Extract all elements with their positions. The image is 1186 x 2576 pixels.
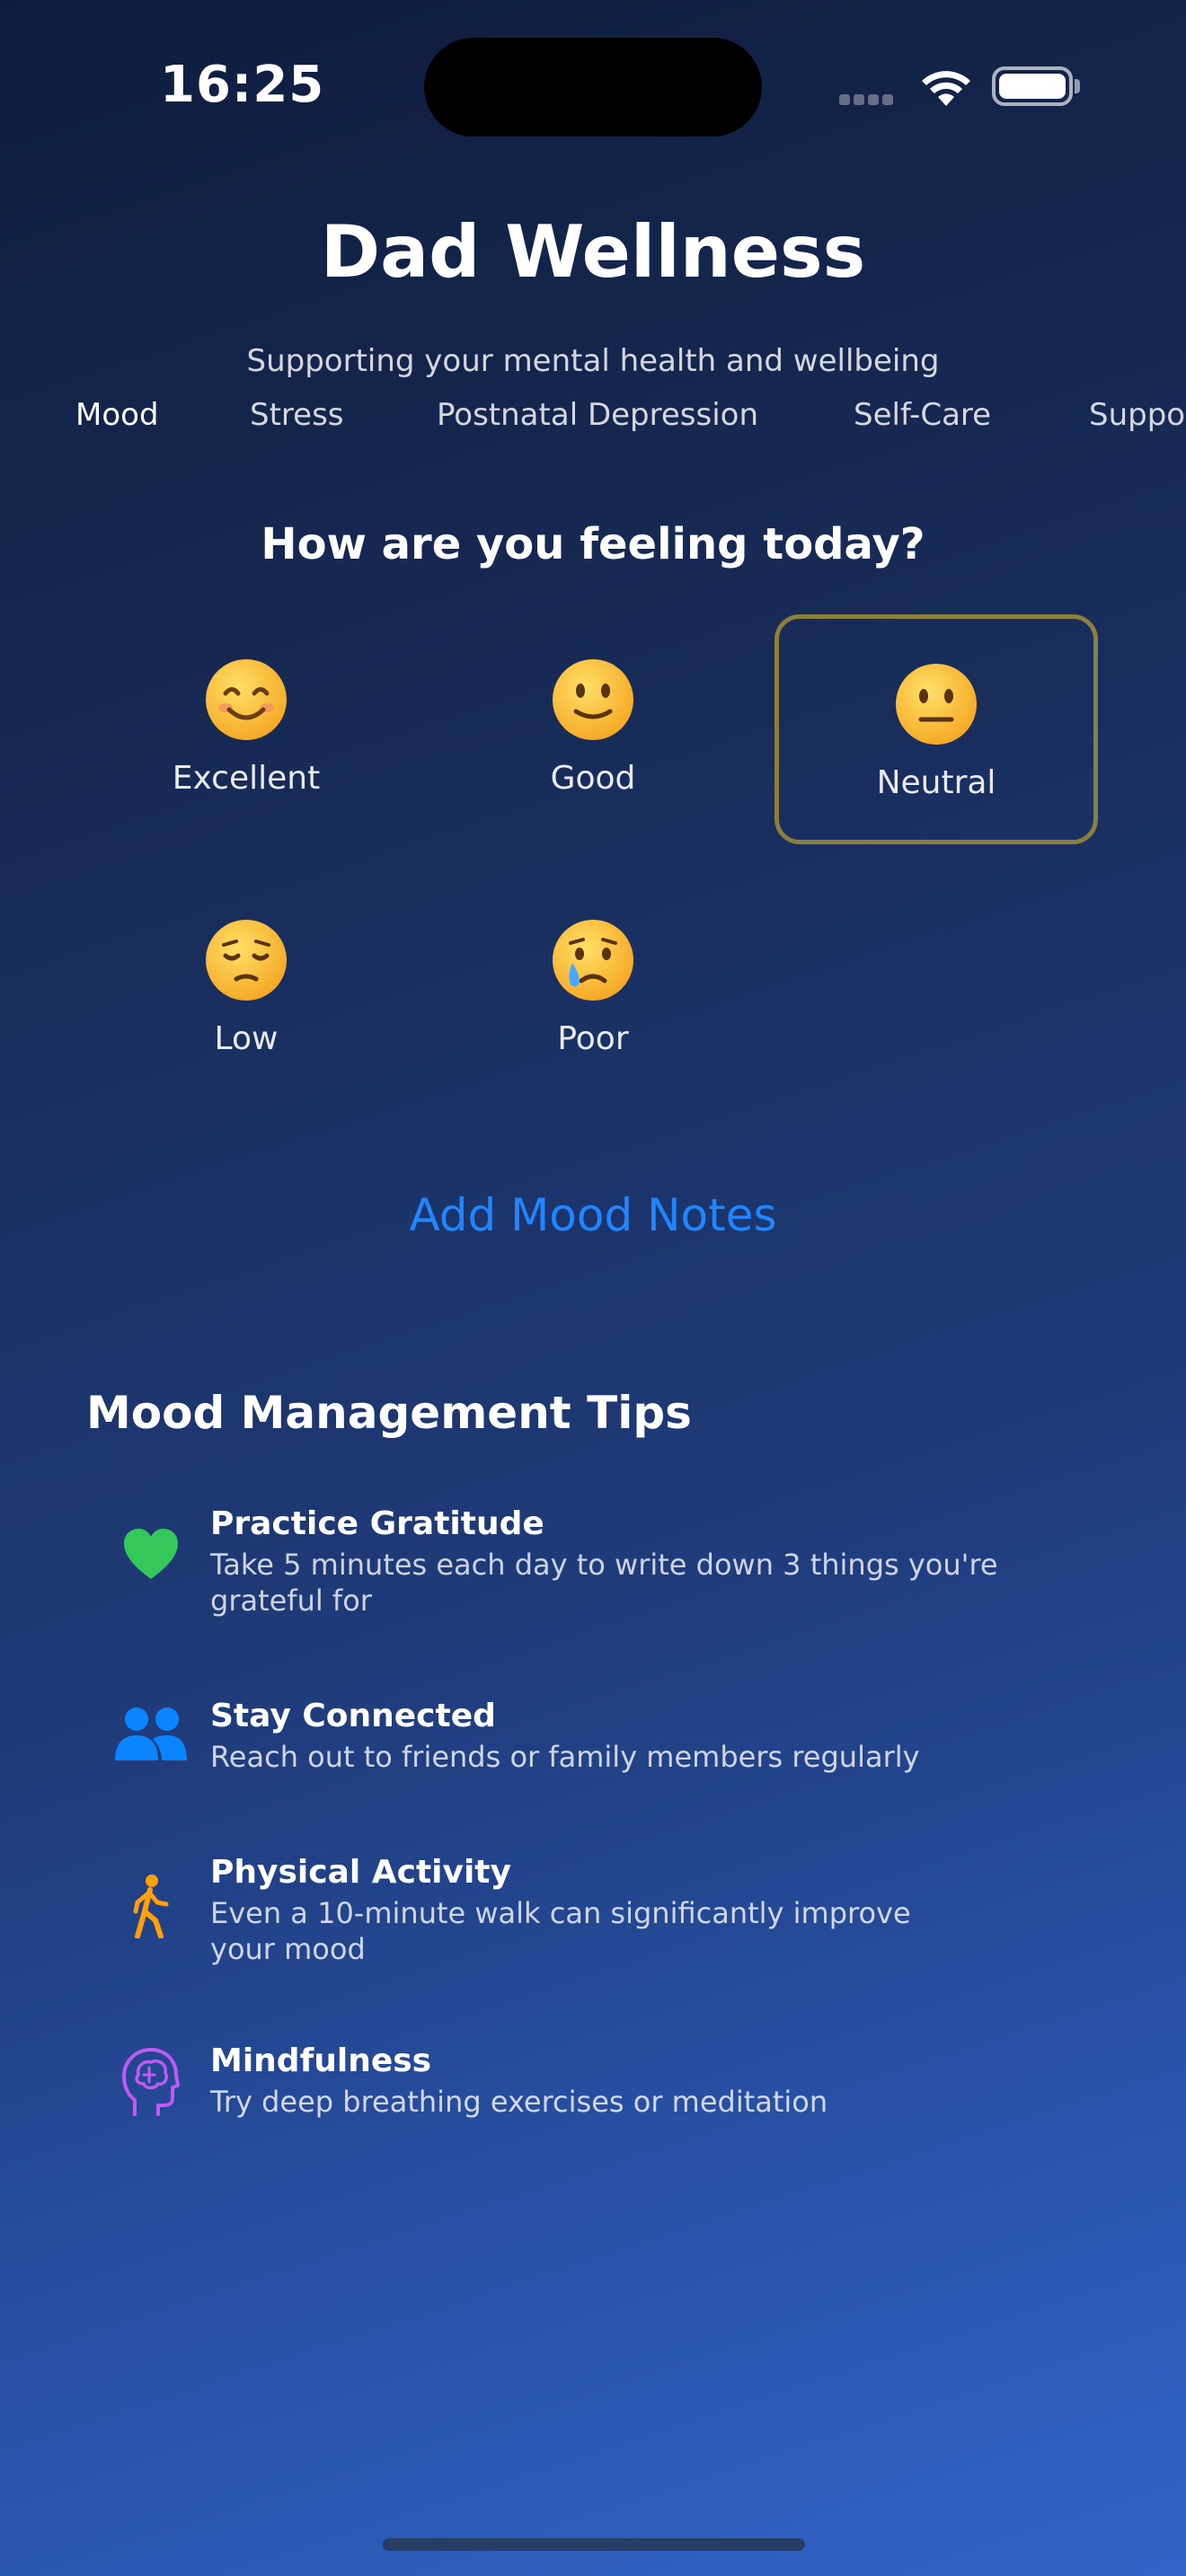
slightly-smiling-face-icon (553, 659, 633, 740)
mood-option-poor[interactable]: Poor (431, 875, 755, 1105)
tip-title: Stay Connected (210, 1698, 496, 1734)
mood-option-low[interactable]: Low (84, 875, 408, 1105)
page-title: Dad Wellness (320, 210, 866, 294)
status-time: 16:25 (160, 56, 325, 114)
cellular-signal-icon (839, 92, 902, 105)
tip-description: Reach out to friends or family members r… (210, 1740, 920, 1774)
tip-title: Physical Activity (210, 1854, 511, 1891)
tip-description-continued: your mood (210, 1932, 366, 1966)
tip-title: Mindfulness (210, 2042, 432, 2079)
mood-label: Neutral (876, 764, 996, 801)
mood-label: Low (214, 1020, 279, 1057)
mood-option-good[interactable]: Good (431, 614, 755, 844)
page-subtitle: Supporting your mental health and wellbe… (246, 343, 940, 379)
walking-figure-icon (110, 1874, 192, 1945)
mood-question: How are you feeling today? (261, 519, 925, 569)
tab-stress[interactable]: Stress (250, 397, 344, 433)
tip-title: Practice Gratitude (210, 1505, 544, 1542)
mood-option-neutral[interactable]: Neutral (774, 614, 1098, 844)
battery-icon (992, 66, 1073, 106)
add-mood-notes-button[interactable]: Add Mood Notes (0, 1189, 1186, 1241)
tab-support[interactable]: Suppo (1089, 397, 1185, 433)
pensive-face-icon (206, 920, 287, 1001)
tip-mindfulness: Mindfulness Try deep breathing exercises… (210, 2041, 1019, 2120)
mood-option-excellent[interactable]: Excellent (84, 614, 408, 844)
tip-physical-activity: Physical Activity Even a 10-minute walk … (210, 1852, 1019, 1967)
people-icon (110, 1707, 192, 1778)
neutral-face-icon (896, 664, 977, 745)
tab-self-care[interactable]: Self-Care (854, 397, 991, 433)
tab-postnatal-depression[interactable]: Postnatal Depression (437, 397, 758, 433)
battery-tip (1075, 79, 1080, 93)
tip-description-continued: grateful for (210, 1584, 372, 1618)
wifi-icon (922, 71, 970, 106)
tip-description: Try deep breathing exercises or meditati… (210, 2085, 828, 2119)
smiling-face-icon (206, 659, 287, 740)
tip-practice-gratitude: Practice Gratitude Take 5 minutes each d… (210, 1504, 1019, 1619)
brain-head-icon (110, 2048, 192, 2120)
mood-label: Excellent (172, 760, 321, 797)
heart-icon (110, 1527, 192, 1599)
tip-stay-connected: Stay Connected Reach out to friends or f… (210, 1696, 1019, 1775)
tip-description: Take 5 minutes each day to write down 3 … (210, 1548, 998, 1582)
tab-mood[interactable]: Mood (75, 397, 159, 433)
tip-description: Even a 10-minute walk can significantly … (210, 1896, 911, 1930)
tips-section-title: Mood Management Tips (86, 1387, 692, 1439)
crying-face-icon (553, 920, 633, 1001)
home-indicator[interactable] (383, 2538, 805, 2551)
mood-label: Good (550, 760, 636, 797)
dynamic-island (424, 38, 762, 137)
mood-label: Poor (557, 1020, 629, 1057)
